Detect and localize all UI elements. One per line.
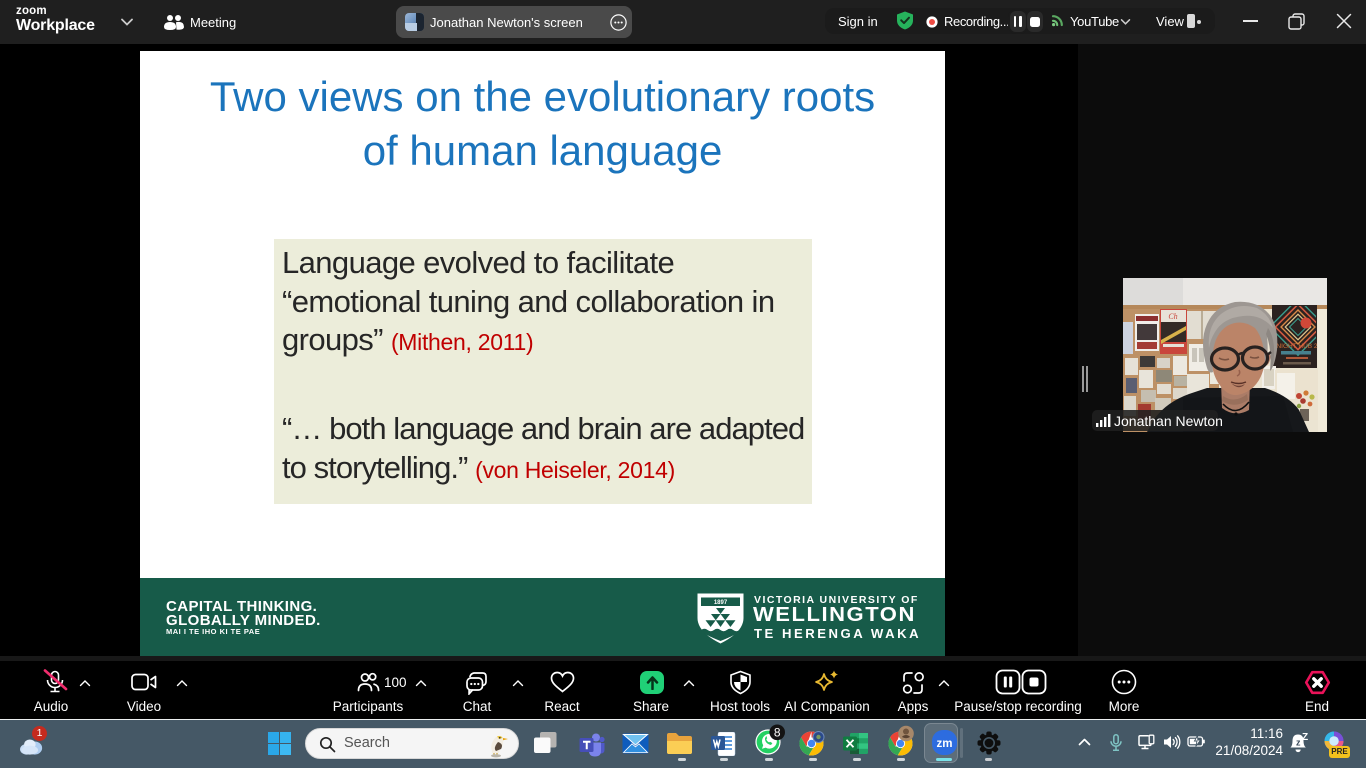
svg-text:Ch: Ch [1168,312,1177,321]
svg-text:1897: 1897 [714,600,728,606]
svg-text:8: 8 [774,725,781,739]
svg-text:Z: Z [1302,732,1308,743]
svg-text:z: z [1296,737,1301,747]
svg-text:zm: zm [937,737,953,749]
svg-text:NIGHT HUB 2: NIGHT HUB 2 [1276,343,1317,350]
